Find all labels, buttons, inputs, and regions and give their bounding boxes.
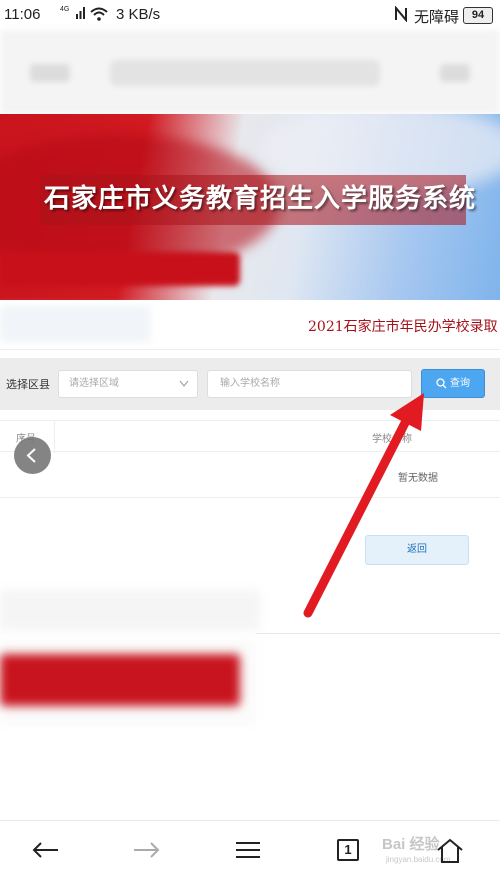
divider (256, 633, 500, 634)
blurred-red-block (0, 654, 240, 706)
district-select[interactable]: 请选择区域 (58, 370, 198, 398)
watermark-text: Bai 经验 (382, 836, 440, 853)
back-arrow-icon[interactable] (28, 835, 64, 865)
status-time: 11:06 (4, 6, 41, 23)
chevron-left-icon (26, 448, 36, 463)
banner-title: 石家庄市义务教育招生入学服务系统 (44, 184, 477, 214)
browser-bottom-nav: 1 Bai 经验 jingyan.baidu.com (0, 820, 500, 879)
battery-indicator: 94 (463, 7, 493, 24)
tab-count: 1 (337, 839, 359, 861)
network-speed: 3 KB/s (116, 6, 161, 23)
accessibility-label: 无障碍 (414, 9, 460, 26)
floating-back-button[interactable] (14, 437, 51, 474)
blurred-footer (0, 640, 256, 726)
hero-banner: 石家庄市义务教育招生入学服务系统 (0, 114, 500, 300)
blurred-area (0, 306, 150, 342)
home-icon[interactable] (432, 835, 468, 865)
forward-arrow-icon[interactable] (128, 835, 164, 865)
network-signal-icon: 4G (60, 6, 85, 19)
nfc-icon (395, 6, 407, 22)
page-caption-bar: 2021石家庄市年民办学校录取 (0, 300, 500, 350)
wifi-icon (90, 7, 108, 21)
network-type-label: 4G (60, 6, 69, 13)
blurred-area (0, 590, 260, 630)
status-bar: 11:06 4G 3 KB/s 无障碍 94 (0, 0, 500, 30)
district-placeholder: 请选择区域 (69, 378, 119, 389)
blurred-logo (30, 64, 70, 82)
school-input-placeholder: 输入学校名称 (220, 378, 280, 389)
blurred-nav (110, 60, 380, 86)
site-header-blurred (0, 30, 500, 114)
annotation-arrow-icon (303, 393, 424, 618)
tabs-button[interactable]: 1 (332, 835, 368, 865)
blurred-menu (440, 64, 470, 82)
chevron-down-icon (179, 380, 189, 388)
query-button-label: 查询 (450, 378, 470, 389)
banner-red-strip (0, 252, 240, 286)
page-caption: 2021石家庄市年民办学校录取 (308, 319, 498, 335)
menu-icon[interactable] (230, 835, 266, 865)
district-label: 选择区县 (6, 378, 50, 391)
column-divider (54, 421, 55, 453)
